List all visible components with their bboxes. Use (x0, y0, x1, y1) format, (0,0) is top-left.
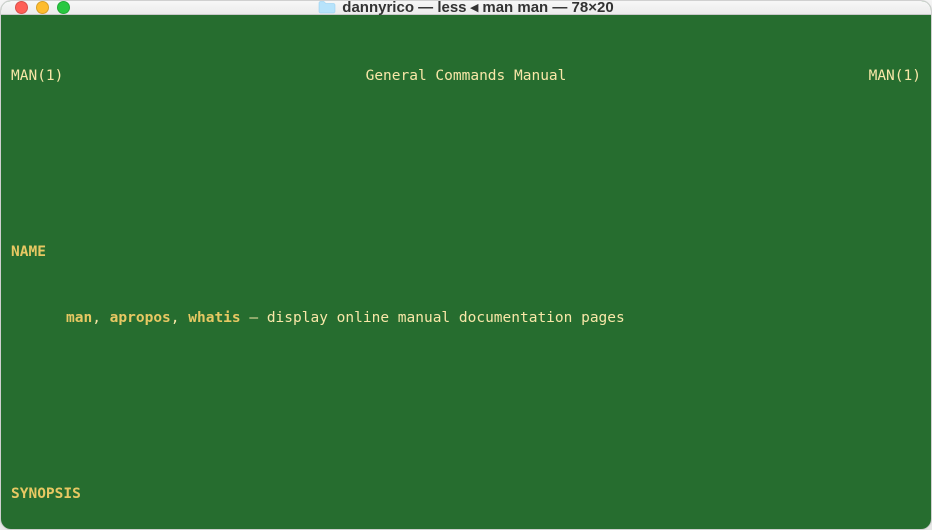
header-center: General Commands Manual (366, 65, 567, 87)
close-button[interactable] (15, 1, 28, 14)
maximize-button[interactable] (57, 1, 70, 14)
terminal-content[interactable]: MAN(1) General Commands Manual MAN(1) NA… (1, 15, 931, 530)
terminal-window: dannyrico — less ◂ man man — 78×20 MAN(1… (0, 0, 932, 530)
header-right: MAN(1) (869, 65, 921, 87)
titlebar[interactable]: dannyrico — less ◂ man man — 78×20 (1, 1, 931, 15)
cmd-whatis: whatis (188, 310, 240, 326)
section-name: NAME (11, 241, 921, 263)
header-left: MAN(1) (11, 65, 63, 87)
window-title-wrap: dannyrico — less ◂ man man — 78×20 (318, 0, 613, 16)
window-title: dannyrico — less ◂ man man — 78×20 (342, 0, 613, 16)
manpage-header: MAN(1) General Commands Manual MAN(1) (11, 65, 921, 87)
name-line: man, apropos, whatis – display online ma… (11, 307, 921, 329)
section-synopsis: SYNOPSIS (11, 483, 921, 505)
cmd-apropos: apropos (110, 310, 171, 326)
cmd-man: man (66, 310, 92, 326)
window-controls (15, 1, 70, 14)
minimize-button[interactable] (36, 1, 49, 14)
folder-icon (318, 0, 336, 14)
